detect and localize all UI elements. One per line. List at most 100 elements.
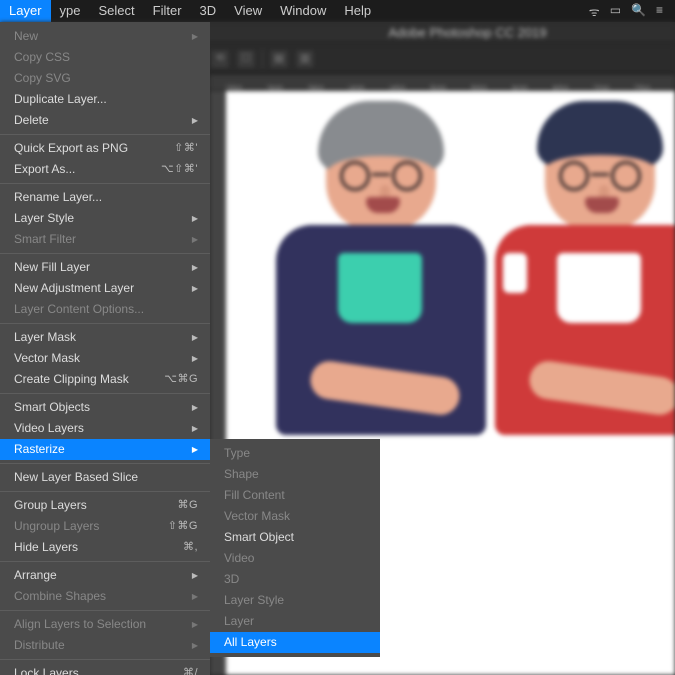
menu-help[interactable]: Help	[335, 0, 380, 22]
menu-item-lock-layers-[interactable]: Lock Layers...⌘/	[0, 663, 210, 675]
menu-item-label: Smart Objects	[14, 399, 90, 416]
menu-item-copy-svg: Copy SVG	[0, 68, 210, 89]
menu-item-combine-shapes: Combine Shapes	[0, 586, 210, 607]
menu-item-label: Group Layers	[14, 497, 87, 514]
menu-item-label: Export As...	[14, 161, 75, 178]
menu-item-label: Copy CSS	[14, 49, 70, 66]
menu-item-new-fill-layer[interactable]: New Fill Layer	[0, 257, 210, 278]
menu-separator	[0, 463, 210, 464]
ruler-tick: 350	[308, 84, 349, 90]
menu-item-label: Ungroup Layers	[14, 518, 99, 535]
menubar: Layer ype Select Filter 3D View Window H…	[0, 0, 675, 22]
menu-select[interactable]: Select	[90, 0, 144, 22]
menu-item-label: Combine Shapes	[14, 588, 106, 605]
menu-item-align-layers-to-selection: Align Layers to Selection	[0, 614, 210, 635]
menu-item-label: Video Layers	[14, 420, 84, 437]
tool-button-2[interactable]: ☐	[236, 49, 256, 69]
menu-item-distribute: Distribute	[0, 635, 210, 656]
tool-button-3[interactable]: ▤	[269, 49, 289, 69]
menu-item-layer-mask[interactable]: Layer Mask	[0, 327, 210, 348]
menu-item-label: Vector Mask	[14, 350, 80, 367]
menu-item-shortcut: ⇧⌘'	[174, 140, 198, 157]
layer-menu-dropdown: New Copy CSS Copy SVG Duplicate Layer... Del…	[0, 22, 210, 675]
menu-item-label: Delete	[14, 112, 49, 129]
menu-layer[interactable]: Layer	[0, 0, 51, 22]
menu-item-shortcut: ⌥⇧⌘'	[161, 161, 198, 178]
menu-item-new-layer-based-slice[interactable]: New Layer Based Slice	[0, 467, 210, 488]
illustration-person-b	[485, 111, 675, 461]
menu-item-label: Create Clipping Mask	[14, 371, 129, 388]
menu-item-shortcut: ⌥⌘G	[164, 371, 198, 388]
menu-item-hide-layers[interactable]: Hide Layers ⌘,	[0, 537, 210, 558]
submenu-item-shape: Shape	[210, 464, 380, 485]
menu-item-label: Align Layers to Selection	[14, 616, 146, 633]
ruler-tick: 300	[267, 84, 308, 90]
menu-item-delete[interactable]: Delete	[0, 110, 210, 131]
menu-3d[interactable]: 3D	[191, 0, 226, 22]
menu-filter[interactable]: Filter	[144, 0, 191, 22]
submenu-item-smart-object[interactable]: Smart Object	[210, 527, 380, 548]
menu-window[interactable]: Window	[271, 0, 335, 22]
menu-item-video-layers[interactable]: Video Layers	[0, 418, 210, 439]
menu-item-arrange[interactable]: Arrange	[0, 565, 210, 586]
submenu-item-all-layers[interactable]: All Layers	[210, 632, 380, 653]
menu-item-label: Quick Export as PNG	[14, 140, 128, 157]
menu-item-smart-objects[interactable]: Smart Objects	[0, 397, 210, 418]
menu-item-ungroup-layers: Ungroup Layers⇧⌘G	[0, 516, 210, 537]
menu-item-label: Hide Layers	[14, 539, 78, 556]
submenu-item-video: Video	[210, 548, 380, 569]
rasterize-submenu: TypeShapeFill ContentVector MaskSmart Ob…	[210, 439, 380, 657]
tool-button-1[interactable]: ⟲	[210, 49, 230, 69]
menu-separator	[0, 253, 210, 254]
menu-separator	[0, 134, 210, 135]
options-divider	[262, 50, 263, 68]
menu-item-rasterize[interactable]: Rasterize	[0, 439, 210, 460]
menu-separator	[0, 323, 210, 324]
menu-item-new: New	[0, 26, 210, 47]
menu-extra-icon: ≡	[656, 3, 663, 20]
menu-item-new-adjustment-layer[interactable]: New Adjustment Layer	[0, 278, 210, 299]
menu-type[interactable]: ype	[51, 0, 90, 22]
menu-item-label: Arrange	[14, 567, 57, 584]
menu-item-quick-export-as-png[interactable]: Quick Export as PNG ⇧⌘'	[0, 138, 210, 159]
menu-item-shortcut: ⌘,	[183, 539, 198, 556]
menu-item-vector-mask[interactable]: Vector Mask	[0, 348, 210, 369]
menu-item-shortcut: ⌘/	[183, 665, 198, 675]
menu-item-export-as-[interactable]: Export As... ⌥⇧⌘'	[0, 159, 210, 180]
search-icon: 🔍	[631, 3, 646, 20]
wifi-icon: ᯤ	[589, 3, 600, 20]
menu-separator	[0, 610, 210, 611]
submenu-item-3d: 3D	[210, 569, 380, 590]
menu-item-label: New	[14, 28, 38, 45]
menu-item-create-clipping-mask[interactable]: Create Clipping Mask ⌥⌘G	[0, 369, 210, 390]
menu-item-shortcut: ⌘G	[177, 497, 198, 514]
menu-item-label: Distribute	[14, 637, 65, 654]
battery-icon: ▭	[610, 3, 621, 20]
menu-separator	[0, 393, 210, 394]
menu-item-label: Copy SVG	[14, 70, 71, 87]
menu-item-smart-filter: Smart Filter	[0, 229, 210, 250]
menu-view[interactable]: View	[225, 0, 271, 22]
menu-item-label: New Fill Layer	[14, 259, 90, 276]
ruler-tick: 500	[430, 84, 471, 90]
menu-item-layer-content-options-: Layer Content Options...	[0, 299, 210, 320]
submenu-item-type: Type	[210, 443, 380, 464]
menu-item-group-layers[interactable]: Group Layers ⌘G	[0, 495, 210, 516]
ruler-tick: 600	[512, 84, 553, 90]
ruler-tick: 750	[634, 84, 675, 90]
tool-button-4[interactable]: ▥	[295, 49, 315, 69]
menu-item-copy-css: Copy CSS	[0, 47, 210, 68]
ruler-horizontal: 250300350400450500550600650700750	[210, 75, 675, 91]
menu-item-layer-style[interactable]: Layer Style	[0, 208, 210, 229]
menu-item-label: Rename Layer...	[14, 189, 102, 206]
menu-item-label: Rasterize	[14, 441, 65, 458]
menu-item-rename-layer-[interactable]: Rename Layer...	[0, 187, 210, 208]
illustration-person-a	[266, 111, 496, 461]
menu-item-label: New Layer Based Slice	[14, 469, 138, 486]
ruler-tick: 700	[593, 84, 634, 90]
menu-item-duplicate-layer-[interactable]: Duplicate Layer...	[0, 89, 210, 110]
menu-item-label: Smart Filter	[14, 231, 76, 248]
menu-separator	[0, 491, 210, 492]
menu-separator	[0, 561, 210, 562]
submenu-item-vector-mask: Vector Mask	[210, 506, 380, 527]
